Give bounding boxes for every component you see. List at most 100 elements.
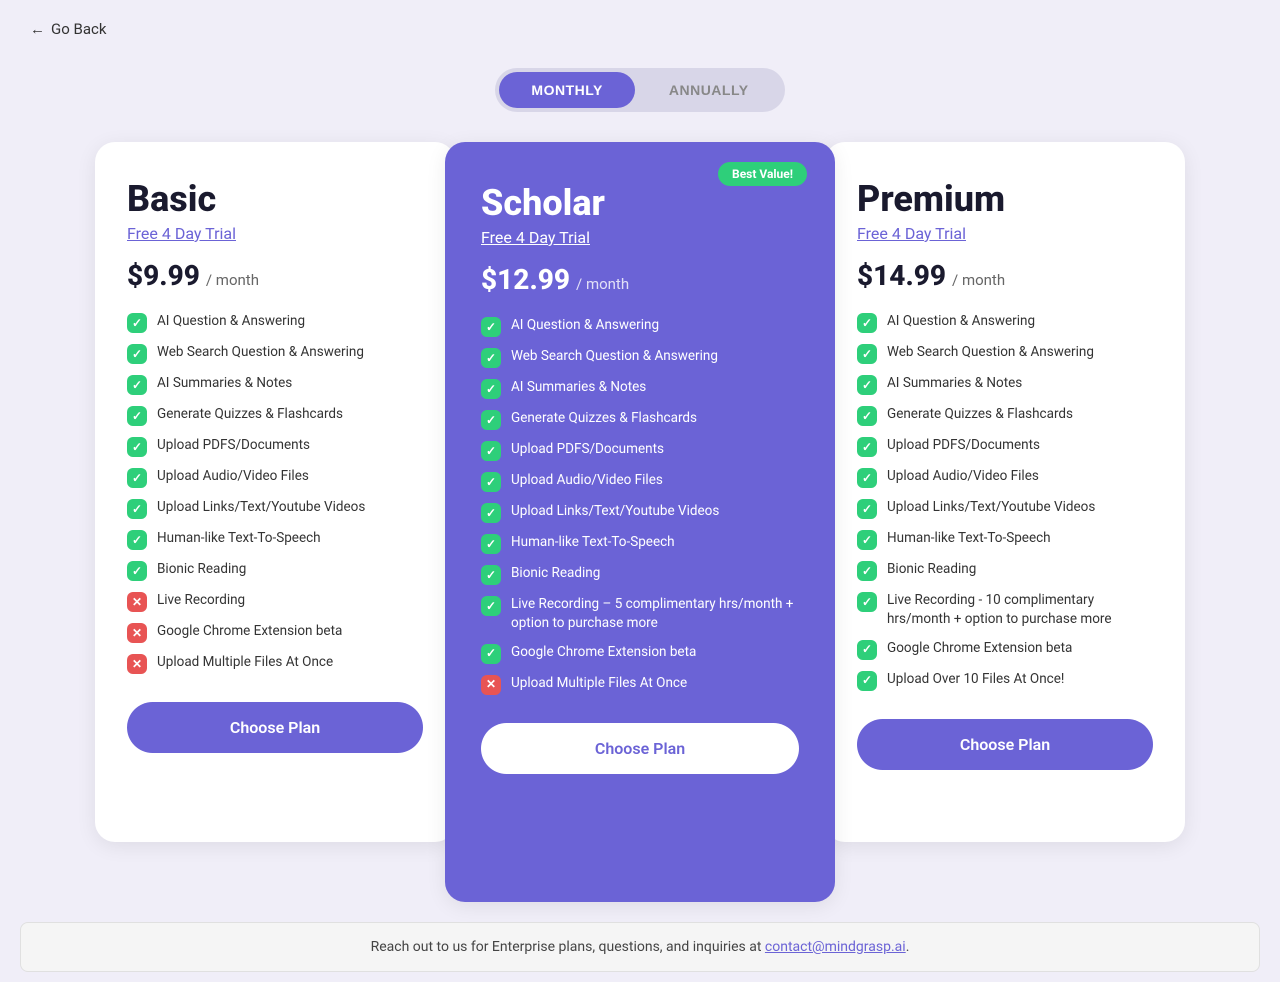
basic-choose-plan-button[interactable]: Choose Plan bbox=[127, 702, 423, 753]
basic-plan-price: $9.99 / month bbox=[127, 259, 423, 292]
check-icon: ✓ bbox=[481, 317, 501, 337]
premium-price-period: / month bbox=[952, 271, 1005, 289]
check-icon: ✓ bbox=[857, 640, 877, 660]
list-item: ✓Web Search Question & Answering bbox=[857, 343, 1153, 364]
scholar-plan-trial[interactable]: Free 4 Day Trial bbox=[481, 228, 590, 247]
go-back-button[interactable]: ← Go Back bbox=[30, 20, 106, 38]
footer-suffix: . bbox=[906, 939, 910, 955]
check-icon: ✓ bbox=[127, 406, 147, 426]
check-icon: ✓ bbox=[857, 530, 877, 550]
list-item: ✕Google Chrome Extension beta bbox=[127, 622, 423, 643]
list-item: ✓Generate Quizzes & Flashcards bbox=[857, 405, 1153, 426]
check-icon: ✓ bbox=[481, 441, 501, 461]
scholar-choose-plan-button[interactable]: Choose Plan bbox=[481, 723, 799, 774]
check-icon: ✓ bbox=[481, 565, 501, 585]
check-icon: ✓ bbox=[857, 671, 877, 691]
list-item: ✓Live Recording - 10 complimentary hrs/m… bbox=[857, 591, 1153, 629]
list-item: ✓Web Search Question & Answering bbox=[127, 343, 423, 364]
cross-icon: ✕ bbox=[127, 623, 147, 643]
list-item: ✓Generate Quizzes & Flashcards bbox=[127, 405, 423, 426]
list-item: ✓AI Question & Answering bbox=[857, 312, 1153, 333]
list-item: ✓Upload Links/Text/Youtube Videos bbox=[127, 498, 423, 519]
basic-plan-card: Basic Free 4 Day Trial $9.99 / month ✓AI… bbox=[95, 142, 455, 842]
go-back-label: Go Back bbox=[51, 20, 106, 38]
scholar-plan-name: Scholar bbox=[481, 182, 799, 224]
basic-price-amount: $9.99 bbox=[127, 259, 200, 292]
check-icon: ✓ bbox=[127, 313, 147, 333]
check-icon: ✓ bbox=[857, 344, 877, 364]
list-item: ✕Upload Multiple Files At Once bbox=[127, 653, 423, 674]
cross-icon: ✕ bbox=[481, 675, 501, 695]
list-item: ✓Bionic Reading bbox=[857, 560, 1153, 581]
footer-contact-link[interactable]: contact@mindgrasp.ai bbox=[765, 939, 906, 955]
basic-plan-name: Basic bbox=[127, 178, 423, 220]
check-icon: ✓ bbox=[857, 592, 877, 612]
list-item: ✓Live Recording – 5 complimentary hrs/mo… bbox=[481, 595, 799, 633]
footer-bar: Reach out to us for Enterprise plans, qu… bbox=[20, 922, 1260, 972]
premium-plan-price: $14.99 / month bbox=[857, 259, 1153, 292]
check-icon: ✓ bbox=[127, 530, 147, 550]
list-item: ✓Upload Audio/Video Files bbox=[481, 471, 799, 492]
premium-plan-trial[interactable]: Free 4 Day Trial bbox=[857, 224, 966, 243]
list-item: ✓Upload Links/Text/Youtube Videos bbox=[857, 498, 1153, 519]
scholar-plan-card: Best Value! Scholar Free 4 Day Trial $12… bbox=[445, 142, 835, 902]
list-item: ✓Google Chrome Extension beta bbox=[857, 639, 1153, 660]
check-icon: ✓ bbox=[857, 468, 877, 488]
list-item: ✓Generate Quizzes & Flashcards bbox=[481, 409, 799, 430]
list-item: ✓Human-like Text-To-Speech bbox=[127, 529, 423, 550]
scholar-price-amount: $12.99 bbox=[481, 263, 570, 296]
check-icon: ✓ bbox=[481, 410, 501, 430]
check-icon: ✓ bbox=[127, 468, 147, 488]
list-item: ✓Upload PDFS/Documents bbox=[127, 436, 423, 457]
check-icon: ✓ bbox=[127, 437, 147, 457]
list-item: ✓AI Summaries & Notes bbox=[857, 374, 1153, 395]
list-item: ✓Upload Links/Text/Youtube Videos bbox=[481, 502, 799, 523]
footer-text: Reach out to us for Enterprise plans, qu… bbox=[371, 939, 765, 955]
basic-price-period: / month bbox=[206, 271, 259, 289]
billing-toggle-pill: MONTHLY ANNUALLY bbox=[495, 68, 784, 112]
check-icon: ✓ bbox=[857, 561, 877, 581]
premium-plan-card: Premium Free 4 Day Trial $14.99 / month … bbox=[825, 142, 1185, 842]
premium-features-list: ✓AI Question & Answering ✓Web Search Que… bbox=[857, 312, 1153, 691]
best-value-badge: Best Value! bbox=[718, 162, 807, 186]
list-item: ✓Web Search Question & Answering bbox=[481, 347, 799, 368]
check-icon: ✓ bbox=[857, 313, 877, 333]
check-icon: ✓ bbox=[127, 499, 147, 519]
list-item: ✕Live Recording bbox=[127, 591, 423, 612]
cross-icon: ✕ bbox=[127, 654, 147, 674]
list-item: ✕Upload Multiple Files At Once bbox=[481, 674, 799, 695]
check-icon: ✓ bbox=[857, 499, 877, 519]
basic-features-list: ✓AI Question & Answering ✓Web Search Que… bbox=[127, 312, 423, 674]
list-item: ✓AI Question & Answering bbox=[481, 316, 799, 337]
go-back-arrow: ← bbox=[30, 20, 45, 38]
list-item: ✓Human-like Text-To-Speech bbox=[481, 533, 799, 554]
check-icon: ✓ bbox=[127, 375, 147, 395]
scholar-plan-price: $12.99 / month bbox=[481, 263, 799, 296]
check-icon: ✓ bbox=[481, 534, 501, 554]
list-item: ✓Bionic Reading bbox=[127, 560, 423, 581]
check-icon: ✓ bbox=[127, 344, 147, 364]
basic-plan-trial[interactable]: Free 4 Day Trial bbox=[127, 224, 236, 243]
premium-price-amount: $14.99 bbox=[857, 259, 946, 292]
list-item: ✓Human-like Text-To-Speech bbox=[857, 529, 1153, 550]
check-icon: ✓ bbox=[481, 503, 501, 523]
scholar-features-list: ✓AI Question & Answering ✓Web Search Que… bbox=[481, 316, 799, 695]
check-icon: ✓ bbox=[481, 379, 501, 399]
list-item: ✓Bionic Reading bbox=[481, 564, 799, 585]
monthly-toggle-button[interactable]: MONTHLY bbox=[499, 72, 634, 108]
list-item: ✓Upload Over 10 Files At Once! bbox=[857, 670, 1153, 691]
check-icon: ✓ bbox=[481, 644, 501, 664]
list-item: ✓Upload Audio/Video Files bbox=[857, 467, 1153, 488]
page-wrapper: ← Go Back MONTHLY ANNUALLY Basic Free 4 … bbox=[0, 0, 1280, 982]
list-item: ✓Upload PDFS/Documents bbox=[857, 436, 1153, 457]
scholar-price-period: / month bbox=[576, 275, 629, 293]
list-item: ✓AI Question & Answering bbox=[127, 312, 423, 333]
check-icon: ✓ bbox=[481, 472, 501, 492]
check-icon: ✓ bbox=[481, 596, 501, 616]
header: ← Go Back bbox=[0, 0, 1280, 58]
premium-plan-name: Premium bbox=[857, 178, 1153, 220]
premium-choose-plan-button[interactable]: Choose Plan bbox=[857, 719, 1153, 770]
annually-toggle-button[interactable]: ANNUALLY bbox=[637, 72, 781, 108]
check-icon: ✓ bbox=[857, 375, 877, 395]
check-icon: ✓ bbox=[127, 561, 147, 581]
